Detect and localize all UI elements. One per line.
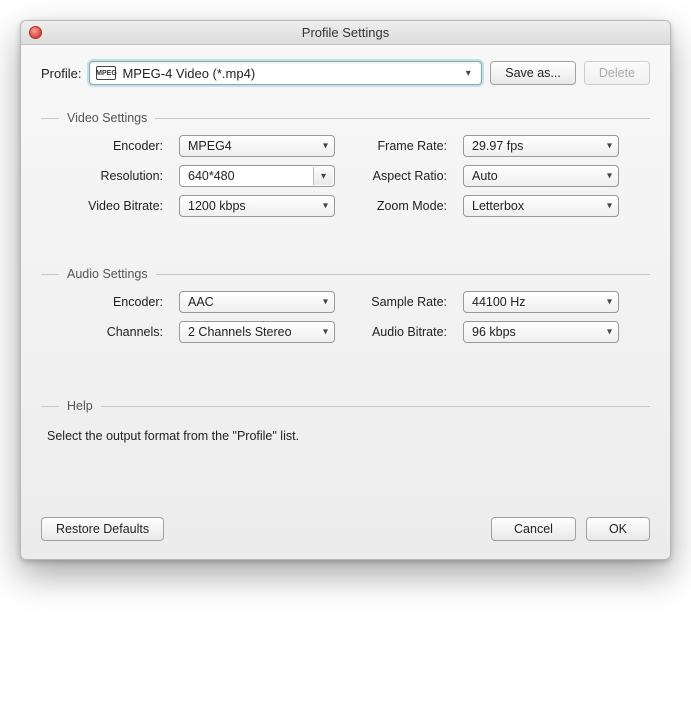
zoom-mode-label: Zoom Mode: (351, 199, 447, 213)
chevron-down-icon: ▾ (323, 297, 328, 308)
audio-bitrate-value: 96 kbps (472, 325, 516, 339)
divider (41, 118, 59, 119)
zoom-mode-select[interactable]: Letterbox ▾ (463, 195, 619, 217)
frame-rate-label: Frame Rate: (351, 139, 447, 153)
resolution-label: Resolution: (47, 169, 163, 183)
chevron-down-icon: ▾ (607, 201, 612, 212)
divider (41, 274, 59, 275)
chevron-down-icon: ▾ (607, 141, 612, 152)
close-icon[interactable] (29, 26, 42, 39)
chevron-down-icon: ▾ (607, 297, 612, 308)
video-fields: Encoder: MPEG4 ▾ Frame Rate: 29.97 fps ▾… (41, 135, 650, 217)
video-encoder-label: Encoder: (47, 139, 163, 153)
titlebar: Profile Settings (21, 21, 670, 45)
profile-row: Profile: MPEG MPEG-4 Video (*.mp4) Save … (41, 61, 650, 85)
frame-rate-value: 29.97 fps (472, 139, 523, 153)
audio-settings-legend: Audio Settings (67, 267, 148, 281)
video-settings-header: Video Settings (41, 111, 650, 125)
channels-value: 2 Channels Stereo (188, 325, 292, 339)
help-text: Select the output format from the "Profi… (41, 423, 650, 443)
sample-rate-value: 44100 Hz (472, 295, 526, 309)
cancel-button[interactable]: Cancel (491, 517, 576, 541)
audio-encoder-label: Encoder: (47, 295, 163, 309)
resolution-combo[interactable]: 640*480 ▾ (179, 165, 335, 187)
profile-settings-window: Profile Settings Profile: MPEG MPEG-4 Vi… (20, 20, 671, 560)
footer-right: Cancel OK (491, 517, 650, 541)
video-bitrate-select[interactable]: 1200 kbps ▾ (179, 195, 335, 217)
aspect-ratio-label: Aspect Ratio: (351, 169, 447, 183)
save-as-button[interactable]: Save as... (490, 61, 576, 85)
content-area: Profile: MPEG MPEG-4 Video (*.mp4) Save … (21, 45, 670, 559)
chevron-down-icon: ▾ (323, 141, 328, 152)
sample-rate-label: Sample Rate: (351, 295, 447, 309)
channels-label: Channels: (47, 325, 163, 339)
mpeg-format-icon: MPEG (96, 66, 116, 80)
audio-settings-header: Audio Settings (41, 267, 650, 281)
zoom-mode-value: Letterbox (472, 199, 524, 213)
chevron-down-icon: ▾ (607, 327, 612, 338)
video-bitrate-value: 1200 kbps (188, 199, 246, 213)
help-header: Help (41, 399, 650, 413)
video-settings-legend: Video Settings (67, 111, 147, 125)
divider (156, 274, 650, 275)
profile-label: Profile: (41, 66, 81, 81)
profile-value: MPEG-4 Video (*.mp4) (122, 66, 255, 81)
chevron-down-icon: ▾ (323, 327, 328, 338)
video-settings-group: Video Settings Encoder: MPEG4 ▾ Frame Ra… (41, 111, 650, 217)
delete-button: Delete (584, 61, 650, 85)
divider (101, 406, 650, 407)
chevron-down-icon (459, 65, 477, 81)
audio-bitrate-select[interactable]: 96 kbps ▾ (463, 321, 619, 343)
audio-fields: Encoder: AAC ▾ Sample Rate: 44100 Hz ▾ C… (41, 291, 650, 343)
video-encoder-select[interactable]: MPEG4 ▾ (179, 135, 335, 157)
help-group: Help Select the output format from the "… (41, 399, 650, 443)
ok-button[interactable]: OK (586, 517, 650, 541)
audio-encoder-select[interactable]: AAC ▾ (179, 291, 335, 313)
window-title: Profile Settings (302, 25, 389, 40)
profile-select[interactable]: MPEG MPEG-4 Video (*.mp4) (89, 61, 482, 85)
video-encoder-value: MPEG4 (188, 139, 232, 153)
audio-encoder-value: AAC (188, 295, 214, 309)
chevron-down-icon: ▾ (607, 171, 612, 182)
resolution-value: 640*480 (188, 169, 235, 183)
aspect-ratio-value: Auto (472, 169, 498, 183)
divider (41, 406, 59, 407)
audio-bitrate-label: Audio Bitrate: (351, 325, 447, 339)
footer: Restore Defaults Cancel OK (41, 513, 650, 541)
chevron-down-icon: ▾ (313, 167, 333, 185)
divider (155, 118, 650, 119)
channels-select[interactable]: 2 Channels Stereo ▾ (179, 321, 335, 343)
restore-defaults-button[interactable]: Restore Defaults (41, 517, 164, 541)
help-legend: Help (67, 399, 93, 413)
aspect-ratio-select[interactable]: Auto ▾ (463, 165, 619, 187)
chevron-down-icon: ▾ (323, 201, 328, 212)
sample-rate-select[interactable]: 44100 Hz ▾ (463, 291, 619, 313)
frame-rate-select[interactable]: 29.97 fps ▾ (463, 135, 619, 157)
video-bitrate-label: Video Bitrate: (47, 199, 163, 213)
audio-settings-group: Audio Settings Encoder: AAC ▾ Sample Rat… (41, 267, 650, 343)
